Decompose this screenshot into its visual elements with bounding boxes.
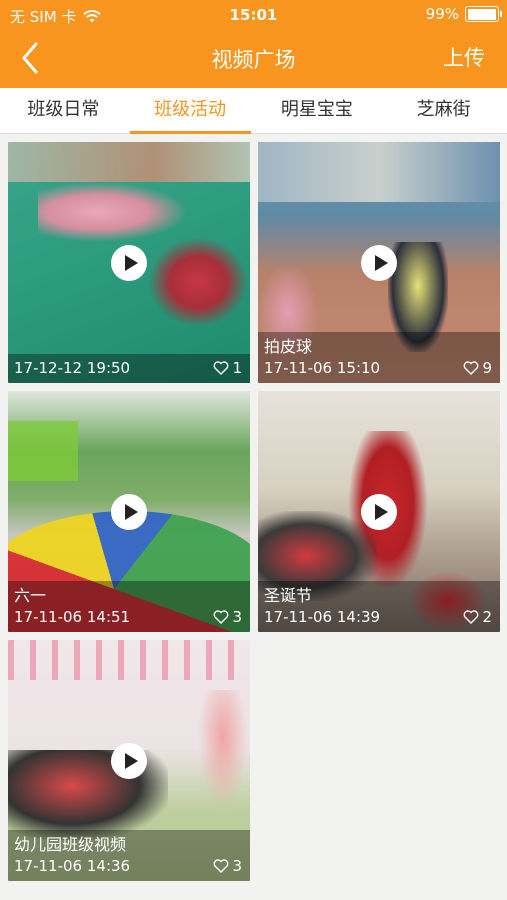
video-caption: 六一 bbox=[14, 586, 47, 605]
tab-class-daily[interactable]: 班级日常 bbox=[0, 88, 127, 133]
app-header: 无 SIM 卡 15:01 99% 视频广场 上传 bbox=[0, 0, 507, 88]
tab-class-activity[interactable]: 班级活动 bbox=[127, 88, 254, 134]
video-info: 圣诞节 17-11-06 14:39 2 bbox=[258, 581, 500, 632]
video-info: 六一 17-11-06 14:51 3 bbox=[8, 581, 250, 632]
video-card[interactable]: 17-12-12 19:50 1 bbox=[8, 142, 250, 383]
page-title: 视频广场 bbox=[211, 48, 296, 72]
heart-icon[interactable] bbox=[213, 361, 229, 375]
like-count: 2 bbox=[482, 608, 492, 626]
battery-level bbox=[467, 8, 497, 20]
heart-icon[interactable] bbox=[213, 859, 229, 873]
video-card[interactable]: 幼儿园班级视频 17-11-06 14:36 3 bbox=[8, 640, 250, 881]
video-date: 17-11-06 14:39 bbox=[264, 608, 381, 626]
play-icon[interactable] bbox=[111, 244, 147, 281]
battery-icon bbox=[465, 6, 502, 22]
video-info: 17-12-12 19:50 1 bbox=[8, 354, 250, 383]
video-card[interactable]: 圣诞节 17-11-06 14:39 2 bbox=[258, 391, 500, 632]
navigation-bar: 视频广场 上传 bbox=[0, 30, 507, 88]
video-date: 17-11-06 14:36 bbox=[14, 857, 131, 875]
video-date: 17-11-06 14:51 bbox=[14, 608, 131, 626]
tab-star-baby[interactable]: 明星宝宝 bbox=[254, 88, 381, 133]
video-caption: 拍皮球 bbox=[264, 337, 313, 356]
play-icon[interactable] bbox=[361, 493, 397, 530]
heart-icon[interactable] bbox=[463, 610, 479, 624]
battery-percent: 99% bbox=[425, 5, 459, 23]
video-info: 幼儿园班级视频 17-11-06 14:36 3 bbox=[8, 830, 250, 881]
video-card[interactable]: 拍皮球 17-11-06 15:10 9 bbox=[258, 142, 500, 383]
like-count: 3 bbox=[232, 608, 242, 626]
play-icon[interactable] bbox=[111, 493, 147, 530]
upload-button[interactable]: 上传 bbox=[443, 42, 485, 72]
video-caption: 幼儿园班级视频 bbox=[14, 835, 127, 854]
video-date: 17-12-12 19:50 bbox=[14, 359, 131, 377]
video-date: 17-11-06 15:10 bbox=[264, 359, 381, 377]
heart-icon[interactable] bbox=[463, 361, 479, 375]
like-count: 9 bbox=[482, 359, 492, 377]
heart-icon[interactable] bbox=[213, 610, 229, 624]
like-count: 1 bbox=[232, 359, 242, 377]
play-icon[interactable] bbox=[111, 742, 147, 779]
like-count: 3 bbox=[232, 857, 242, 875]
play-icon[interactable] bbox=[361, 244, 397, 281]
tab-sesame-street[interactable]: 芝麻街 bbox=[380, 88, 507, 133]
video-card[interactable]: 六一 17-11-06 14:51 3 bbox=[8, 391, 250, 632]
status-bar: 无 SIM 卡 15:01 99% bbox=[0, 0, 507, 30]
video-caption: 圣诞节 bbox=[264, 586, 313, 605]
category-tabs: 班级日常 班级活动 明星宝宝 芝麻街 bbox=[0, 88, 507, 134]
video-info: 拍皮球 17-11-06 15:10 9 bbox=[258, 332, 500, 383]
